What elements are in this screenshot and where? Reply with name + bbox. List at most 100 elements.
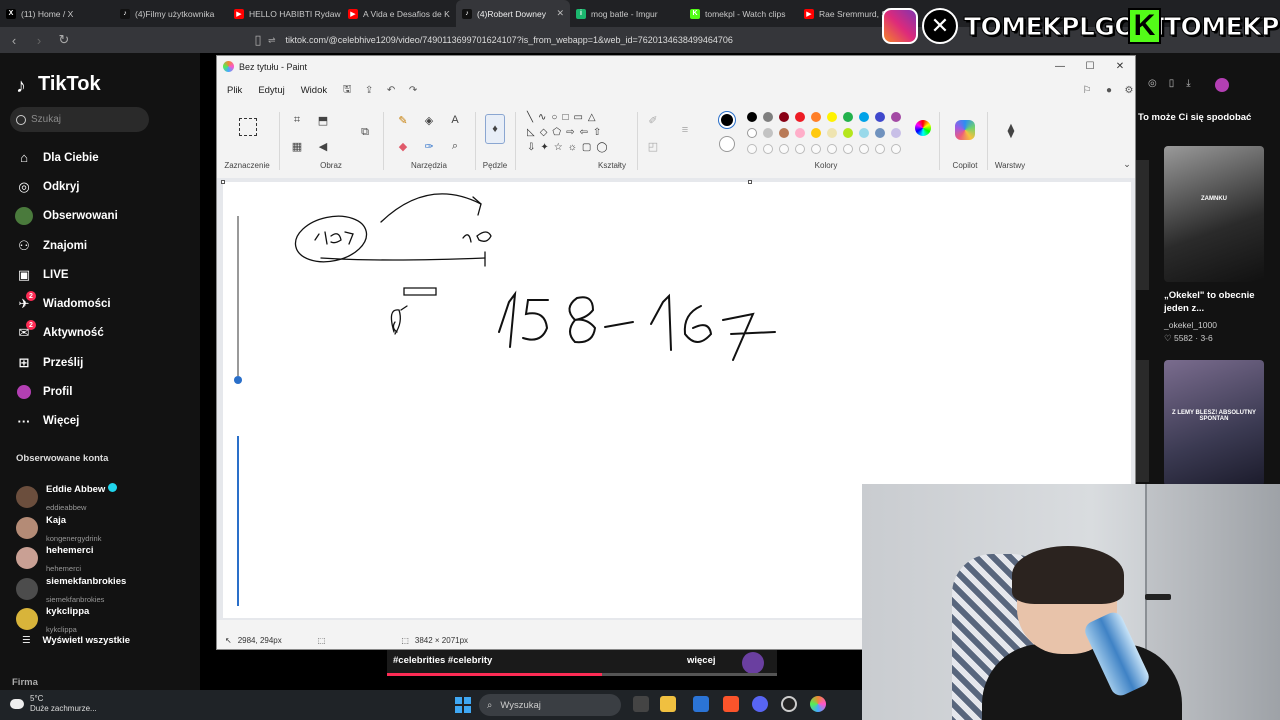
- magnifier-icon[interactable]: ⌕: [447, 138, 463, 154]
- site-info-icon[interactable]: ⇌: [268, 35, 276, 46]
- close-icon[interactable]: ✕: [1105, 56, 1135, 77]
- obs-icon[interactable]: [781, 696, 797, 712]
- primary-color-swatch[interactable]: [719, 112, 735, 128]
- color-swatch[interactable]: [891, 128, 901, 138]
- discord-icon[interactable]: [752, 696, 768, 712]
- color-swatch[interactable]: [859, 128, 869, 138]
- bookmark-icon[interactable]: ▯: [247, 29, 269, 51]
- empty-color-slot[interactable]: [811, 144, 821, 154]
- suggested-video-title[interactable]: „Okekel" to obecnie jeden z...: [1164, 289, 1274, 315]
- tiktok-logo[interactable]: ♪ TikTok: [16, 73, 101, 97]
- empty-color-slot[interactable]: [891, 144, 901, 154]
- shapes-gallery[interactable]: ╲∿○□▭△ ◺◇⬠⇨⇦⇧ ⇩✦☆☼▢◯: [527, 110, 631, 158]
- browser-tab[interactable]: ▶ A Vida e Desafios de K: [342, 0, 456, 27]
- color-swatch[interactable]: [811, 112, 821, 122]
- account-icon[interactable]: ●: [1101, 82, 1117, 98]
- nav-item[interactable]: ● Obserwowani: [15, 202, 118, 231]
- color-picker-icon[interactable]: ✑: [421, 138, 437, 154]
- brush-icon[interactable]: ♦: [485, 114, 505, 144]
- color-swatch[interactable]: [875, 112, 885, 122]
- color-swatch[interactable]: [747, 112, 757, 122]
- color-swatch[interactable]: [811, 128, 821, 138]
- empty-color-slot[interactable]: [795, 144, 805, 154]
- profile-avatar-icon[interactable]: [1214, 78, 1229, 92]
- nav-item[interactable]: ⚇ Znajomi: [15, 231, 118, 260]
- settings-icon[interactable]: ⚙: [1121, 82, 1137, 98]
- resize-icon[interactable]: ⬒: [315, 112, 331, 128]
- color-swatch[interactable]: [779, 128, 789, 138]
- color-swatch[interactable]: [843, 128, 853, 138]
- minimize-icon[interactable]: —: [1045, 56, 1075, 77]
- menu-view[interactable]: Widok: [301, 85, 327, 96]
- phone-icon[interactable]: ▯: [1169, 78, 1175, 92]
- back-icon[interactable]: ‹: [3, 29, 25, 51]
- color-swatch[interactable]: [747, 128, 757, 138]
- canvas-handle[interactable]: [748, 180, 752, 184]
- pencil-icon[interactable]: ✎: [395, 112, 411, 128]
- eraser-icon[interactable]: ◆: [395, 138, 411, 154]
- nav-item[interactable]: ▣ LIVE: [15, 260, 118, 289]
- size-slider-track[interactable]: [237, 436, 239, 606]
- task-view-icon[interactable]: [633, 696, 649, 712]
- background-icon[interactable]: ▦: [289, 138, 305, 154]
- suggested-video-user[interactable]: _okekel_1000: [1164, 320, 1217, 330]
- text-icon[interactable]: A: [447, 112, 463, 128]
- maximize-icon[interactable]: ☐: [1075, 56, 1105, 77]
- download-icon[interactable]: ⤓: [1186, 78, 1190, 92]
- brave-browser-icon[interactable]: [723, 696, 739, 712]
- color-swatch[interactable]: [779, 112, 789, 122]
- nav-item[interactable]: ··· Więcej: [15, 407, 118, 436]
- nav-item[interactable]: ✈ 2 Wiadomości: [15, 289, 118, 318]
- selection-icon[interactable]: [239, 118, 257, 136]
- color-swatch[interactable]: [827, 128, 837, 138]
- nav-item[interactable]: ◎ Odkryj: [15, 172, 118, 201]
- color-swatch[interactable]: [875, 128, 885, 138]
- nav-item[interactable]: ⊞ Prześlij: [15, 348, 118, 377]
- edit-colors-icon[interactable]: [915, 120, 931, 136]
- color-swatch[interactable]: [859, 112, 869, 122]
- see-all-button[interactable]: ☰ Wyświetl wszystkie: [22, 635, 130, 646]
- copilot-icon[interactable]: [955, 120, 975, 140]
- start-icon[interactable]: [455, 697, 471, 713]
- feedback-icon[interactable]: ⚐: [1079, 82, 1095, 98]
- reload-icon[interactable]: ↻: [53, 29, 75, 51]
- crop-icon[interactable]: ⌗: [289, 112, 305, 128]
- rotate-icon[interactable]: ◀: [315, 138, 331, 154]
- browser-tab[interactable]: ♪ (4)Robert Downey ✕: [456, 0, 570, 27]
- compass-icon[interactable]: ◎: [1148, 78, 1157, 92]
- empty-color-slot[interactable]: [875, 144, 885, 154]
- creator-avatar[interactable]: [742, 652, 764, 674]
- color-swatch[interactable]: [763, 128, 773, 138]
- redo-icon[interactable]: ↷: [405, 82, 421, 98]
- share-icon[interactable]: ⇪: [361, 82, 377, 98]
- color-swatch[interactable]: [843, 112, 853, 122]
- nav-item[interactable]: ⌂ Dla Ciebie: [15, 143, 118, 172]
- forward-icon[interactable]: ›: [28, 29, 50, 51]
- layers-icon[interactable]: ⧫: [1003, 122, 1019, 138]
- fill-icon[interactable]: ◈: [421, 112, 437, 128]
- file-explorer-icon[interactable]: [660, 696, 676, 712]
- menu-file[interactable]: Plik: [227, 85, 242, 96]
- color-swatch[interactable]: [795, 112, 805, 122]
- browser-tab[interactable]: X (11) Home / X: [0, 0, 114, 27]
- hashtags[interactable]: #celebrities #celebrity: [393, 655, 492, 666]
- zoom-slider-track[interactable]: [237, 216, 239, 376]
- weather-widget[interactable]: 5°C Duże zachmurze...: [10, 694, 97, 714]
- color-swatch[interactable]: [763, 112, 773, 122]
- color-swatch[interactable]: [891, 112, 901, 122]
- more-button[interactable]: więcej: [687, 655, 716, 666]
- undo-icon[interactable]: ↶: [383, 82, 399, 98]
- nav-item[interactable]: ● Profil: [15, 377, 118, 406]
- search-input[interactable]: Szukaj: [10, 107, 149, 132]
- tab-close-icon[interactable]: ✕: [556, 8, 564, 19]
- browser-tab[interactable]: ♪ (4)Filmy użytkownika: [114, 0, 228, 27]
- nav-item[interactable]: ✉ 2 Aktywność: [15, 319, 118, 348]
- progress-fill[interactable]: [387, 673, 602, 676]
- empty-color-slot[interactable]: [779, 144, 789, 154]
- secondary-color-swatch[interactable]: [719, 136, 735, 152]
- store-icon[interactable]: [693, 696, 709, 712]
- empty-color-slot[interactable]: [763, 144, 773, 154]
- suggested-video-thumbnail[interactable]: ZAMNKU: [1164, 146, 1264, 282]
- color-swatch[interactable]: [795, 128, 805, 138]
- empty-color-slot[interactable]: [827, 144, 837, 154]
